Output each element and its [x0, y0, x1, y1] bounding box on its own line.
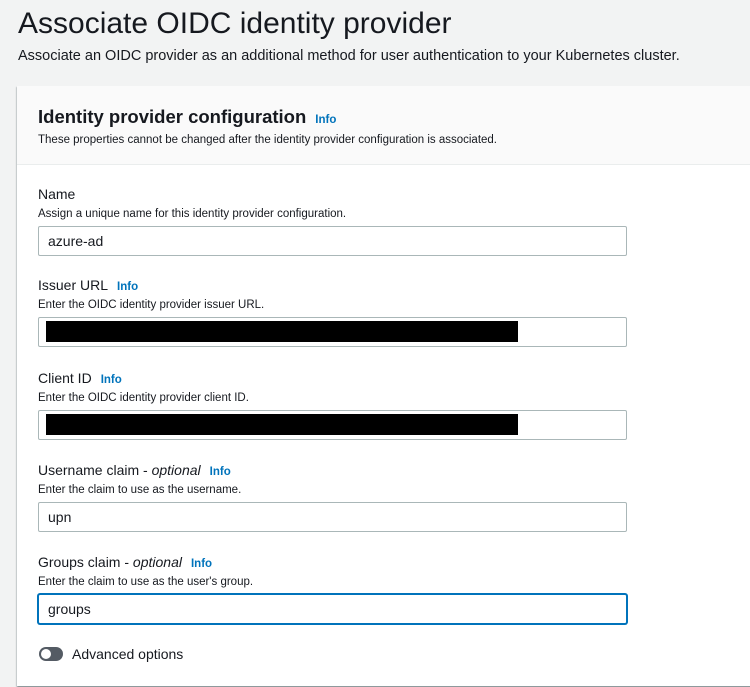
groups-claim-label-row: Groups claim - optional Info	[38, 552, 628, 572]
groups-claim-info-link[interactable]: Info	[191, 558, 212, 570]
identity-provider-configuration-panel: Identity provider configuration Info The…	[17, 86, 750, 686]
username-claim-description: Enter the claim to use as the username.	[38, 484, 242, 496]
client-id-label-row: Client ID Info	[38, 368, 628, 388]
panel-header: Identity provider configuration Info The…	[17, 86, 750, 165]
issuer-url-label-row: Issuer URL Info	[38, 275, 628, 295]
client-id-input-wrap	[38, 410, 627, 440]
panel-subtitle: These properties cannot be changed after…	[38, 134, 498, 146]
username-claim-label-row: Username claim - optional Info	[38, 460, 628, 480]
groups-claim-label: Groups claim - optional	[38, 552, 182, 572]
name-input[interactable]	[38, 226, 627, 256]
issuer-url-redaction	[46, 321, 518, 342]
panel-title: Identity provider configuration	[38, 106, 307, 127]
groups-claim-field-group: Groups claim - optional Info Enter the c…	[38, 552, 628, 624]
page-description: Associate an OIDC provider as an additio…	[18, 48, 680, 64]
username-claim-label: Username claim - optional	[38, 460, 201, 480]
name-label-row: Name	[38, 184, 628, 204]
client-id-info-link[interactable]: Info	[101, 374, 122, 386]
issuer-url-info-link[interactable]: Info	[117, 281, 138, 293]
toggle-knob	[41, 649, 51, 659]
client-id-redaction	[46, 414, 518, 435]
page-title: Associate OIDC identity provider	[18, 7, 452, 40]
issuer-url-label: Issuer URL	[38, 277, 109, 293]
name-label: Name	[38, 186, 76, 202]
username-claim-input[interactable]	[38, 502, 627, 532]
username-claim-optional: optional	[151, 462, 201, 478]
client-id-label: Client ID	[38, 370, 92, 386]
groups-claim-input[interactable]	[38, 594, 627, 624]
name-description: Assign a unique name for this identity p…	[38, 208, 347, 220]
groups-claim-optional: optional	[132, 554, 182, 570]
username-claim-field-group: Username claim - optional Info Enter the…	[38, 460, 628, 532]
username-claim-info-link[interactable]: Info	[210, 466, 231, 478]
client-id-field-group: Client ID Info Enter the OIDC identity p…	[38, 368, 628, 440]
advanced-options-toggle[interactable]	[39, 647, 63, 661]
name-field-group: Name Assign a unique name for this ident…	[38, 184, 628, 256]
advanced-options-row: Advanced options	[39, 644, 183, 664]
issuer-url-field-group: Issuer URL Info Enter the OIDC identity …	[38, 275, 628, 347]
client-id-description: Enter the OIDC identity provider client …	[38, 392, 249, 404]
advanced-options-label: Advanced options	[72, 646, 184, 662]
groups-claim-description: Enter the claim to use as the user's gro…	[38, 576, 254, 588]
panel-title-row: Identity provider configuration Info	[38, 105, 336, 129]
page: Associate OIDC identity provider Associa…	[0, 0, 750, 687]
panel-info-link[interactable]: Info	[315, 114, 336, 126]
issuer-url-input-wrap	[38, 317, 627, 347]
groups-claim-label-text: Groups claim -	[38, 554, 133, 570]
issuer-url-description: Enter the OIDC identity provider issuer …	[38, 299, 265, 311]
username-claim-label-text: Username claim -	[38, 462, 152, 478]
